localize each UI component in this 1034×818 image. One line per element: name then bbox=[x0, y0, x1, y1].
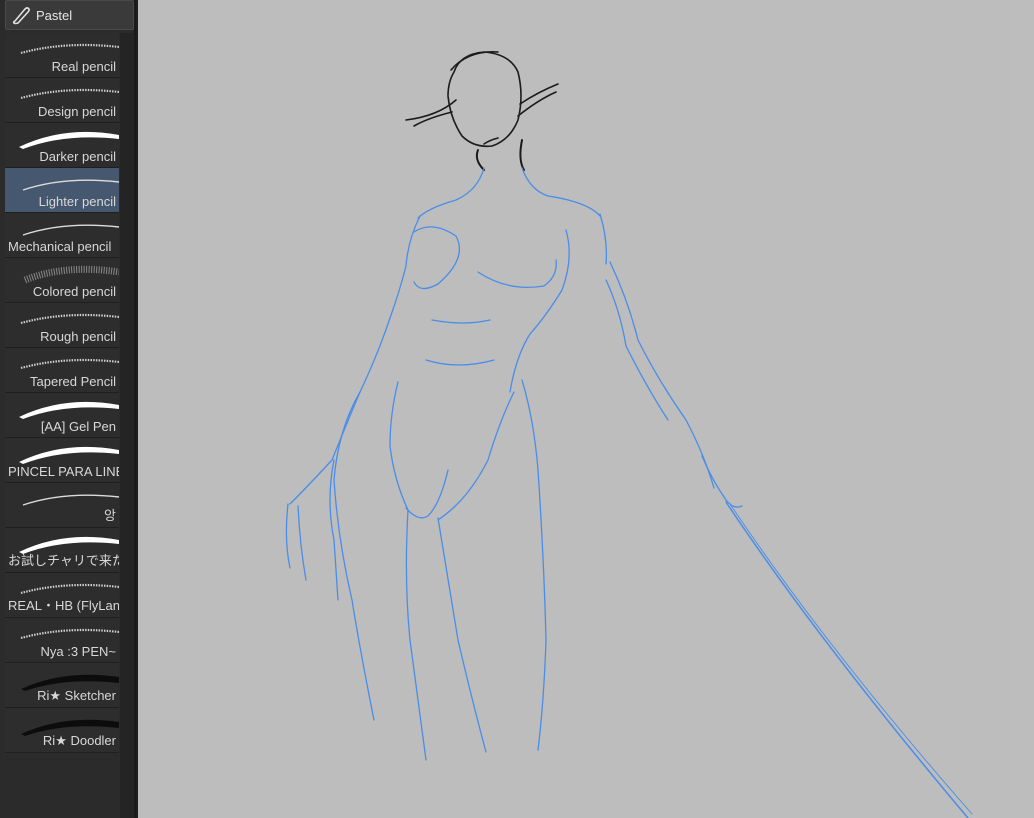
brush-name: Ri★ Doodler bbox=[42, 733, 116, 748]
brush-item[interactable]: Nya :3 PEN~ bbox=[5, 618, 119, 663]
head-sketch bbox=[405, 51, 559, 171]
brush-item[interactable]: Ri★ Sketcher bbox=[5, 663, 119, 708]
brush-list: Real pencil Design pencil Darker pencil Lig… bbox=[5, 33, 119, 757]
brush-name: Tapered Pencil bbox=[30, 374, 116, 389]
brush-item[interactable]: Rough pencil bbox=[5, 303, 119, 348]
brush-name: PINCEL PARA LINEART bbox=[8, 464, 119, 479]
brush-name: [AA] Gel Pen bbox=[40, 419, 116, 434]
brush-item[interactable]: Lighter pencil bbox=[5, 168, 119, 213]
brush-item[interactable]: Design pencil bbox=[5, 78, 119, 123]
brush-name: Mechanical pencil bbox=[8, 239, 112, 254]
brush-name: Ri★ Sketcher bbox=[37, 688, 116, 703]
brush-list-scrollbar[interactable] bbox=[120, 33, 134, 818]
brush-name: Rough pencil bbox=[40, 329, 116, 344]
brush-name: お試しチャリで来た bbox=[8, 553, 119, 568]
sketch-artwork bbox=[285, 51, 973, 818]
brush-name: Real pencil bbox=[51, 59, 116, 74]
brush-item[interactable]: Real pencil bbox=[5, 33, 119, 78]
body-sketch bbox=[285, 167, 973, 818]
brush-name: 앙 bbox=[104, 508, 116, 523]
sub-tool-panel: Pastel Real pencil Design pencil Darker pe… bbox=[0, 0, 136, 818]
brush-name: Colored pencil bbox=[32, 284, 116, 299]
brush-item[interactable]: Tapered Pencil bbox=[5, 348, 119, 393]
brush-item[interactable]: Colored pencil bbox=[5, 258, 119, 303]
tool-name: Pastel bbox=[36, 7, 73, 23]
brush-name: REAL・HB (FlyLand) bbox=[8, 598, 119, 613]
brush-item[interactable]: PINCEL PARA LINEART bbox=[5, 438, 119, 483]
brush-item[interactable]: 앙 bbox=[5, 483, 119, 528]
tool-header[interactable]: Pastel bbox=[5, 0, 134, 30]
brush-item[interactable]: Darker pencil bbox=[5, 123, 119, 168]
brush-item[interactable]: Ri★ Doodler bbox=[5, 708, 119, 753]
brush-name: Design pencil bbox=[37, 104, 116, 119]
brush-item[interactable]: REAL・HB (FlyLand) bbox=[5, 573, 119, 618]
brush-item[interactable]: [AA] Gel Pen bbox=[5, 393, 119, 438]
pencil-icon bbox=[10, 4, 32, 26]
brush-item[interactable]: お試しチャリで来た bbox=[5, 528, 119, 573]
brush-name: Darker pencil bbox=[39, 149, 116, 164]
drawing-canvas[interactable] bbox=[138, 0, 1034, 818]
brush-name: Lighter pencil bbox=[38, 194, 116, 209]
brush-item[interactable]: Mechanical pencil bbox=[5, 213, 119, 258]
brush-name: Nya :3 PEN~ bbox=[40, 644, 116, 659]
